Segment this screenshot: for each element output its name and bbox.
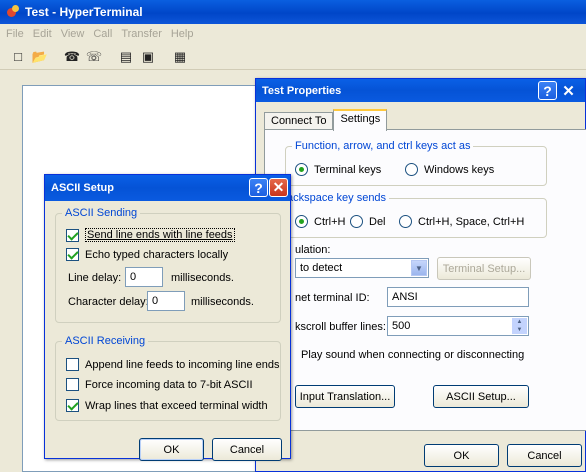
ascii-receiving-label: ASCII Receiving — [62, 335, 149, 347]
ok-button[interactable]: OK — [424, 444, 499, 467]
backscroll-value: 500 — [392, 320, 411, 332]
ctrl-h-radio[interactable]: Ctrl+H — [295, 215, 345, 228]
help-icon[interactable]: ? — [249, 178, 268, 197]
force-7bit-checkbox[interactable]: Force incoming data to 7-bit ASCII — [66, 378, 253, 391]
properties-titlebar: Test Properties ? ✕ — [256, 79, 585, 102]
windows-keys-label: Windows keys — [424, 163, 495, 176]
echo-typed-label: Echo typed characters locally — [85, 248, 229, 261]
properties-title: Test Properties — [262, 84, 342, 97]
backspace-label: ackspace key sends — [284, 192, 390, 204]
radio-selected-icon — [295, 163, 308, 176]
char-delay-unit: milliseconds. — [191, 296, 254, 308]
checkbox-icon — [66, 358, 79, 371]
line-delay-input[interactable]: 0 — [125, 267, 163, 287]
send-icon[interactable]: ▤ — [116, 47, 136, 67]
send-line-ends-label: Send line ends with line feeds — [85, 228, 235, 242]
wrap-lines-label: Wrap lines that exceed terminal width — [85, 399, 268, 412]
tab-connect-to[interactable]: Connect To — [264, 112, 334, 130]
emulation-select[interactable]: to detect ▼ — [295, 258, 429, 278]
checkbox-icon — [66, 399, 79, 412]
terminal-setup-button[interactable]: Terminal Setup... — [437, 257, 531, 280]
ctrl-h-label: Ctrl+H — [314, 215, 346, 228]
del-label: Del — [369, 215, 386, 228]
checkbox-icon — [66, 228, 79, 242]
telnet-id-label: net terminal ID: — [295, 292, 370, 304]
send-line-ends-checkbox[interactable]: Send line ends with line feeds — [66, 228, 235, 242]
tab-settings[interactable]: Settings — [333, 109, 388, 131]
connect-icon[interactable]: ☎ — [62, 47, 82, 67]
echo-typed-checkbox[interactable]: Echo typed characters locally — [66, 248, 228, 261]
settings-panel: Function, arrow, and ctrl keys act as Te… — [264, 129, 586, 431]
radio-empty-icon — [399, 215, 412, 228]
wrap-lines-checkbox[interactable]: Wrap lines that exceed terminal width — [66, 399, 268, 412]
properties-icon[interactable]: ▦ — [170, 47, 190, 67]
radio-empty-icon — [405, 163, 418, 176]
terminal-keys-label: Terminal keys — [314, 163, 382, 176]
ascii-setup-dialog: ASCII Setup ? ✕ ASCII Sending Send line … — [44, 174, 291, 461]
open-icon[interactable]: 📂 — [30, 47, 50, 67]
backscroll-input[interactable]: 500 ▲ ▼ — [387, 316, 529, 336]
line-delay-unit: milliseconds. — [171, 272, 234, 284]
hyperterminal-icon — [6, 5, 20, 19]
menu-view[interactable]: View — [61, 28, 85, 40]
menu-bar: File Edit View Call Transfer Help — [0, 24, 586, 44]
ascii-sending-label: ASCII Sending — [62, 207, 141, 219]
receive-icon[interactable]: ▣ — [138, 47, 158, 67]
close-icon[interactable]: ✕ — [559, 81, 578, 100]
del-radio[interactable]: Del — [350, 215, 386, 228]
terminal-keys-radio[interactable]: Terminal keys — [295, 163, 381, 176]
input-translation-button[interactable]: Input Translation... — [295, 385, 395, 408]
window-title: Test - HyperTerminal — [25, 5, 143, 19]
disconnect-icon[interactable]: ☏ — [84, 47, 104, 67]
close-icon[interactable]: ✕ — [269, 178, 288, 197]
force-7bit-label: Force incoming data to 7-bit ASCII — [85, 378, 253, 391]
char-delay-input[interactable]: 0 — [147, 291, 185, 311]
append-lf-checkbox[interactable]: Append line feeds to incoming line ends — [66, 358, 279, 371]
ascii-setup-button[interactable]: ASCII Setup... — [433, 385, 529, 408]
ctrl-h-space-label: Ctrl+H, Space, Ctrl+H — [418, 215, 525, 228]
ascii-titlebar: ASCII Setup ? ✕ — [45, 175, 290, 201]
menu-call[interactable]: Call — [93, 28, 112, 40]
menu-transfer[interactable]: Transfer — [121, 28, 162, 40]
chevron-down-icon[interactable]: ▼ — [411, 260, 427, 276]
line-delay-label: Line delay: — [68, 272, 122, 284]
append-lf-label: Append line feeds to incoming line ends — [85, 358, 280, 371]
telnet-id-input[interactable]: ANSI — [387, 287, 529, 307]
new-icon[interactable]: □ — [8, 47, 28, 67]
toolbar: □ 📂 ☎ ☏ ▤ ▣ ▦ — [0, 44, 586, 70]
play-sound-label[interactable]: Play sound when connecting or disconnect… — [301, 349, 524, 361]
ascii-cancel-button[interactable]: Cancel — [212, 438, 282, 461]
radio-selected-icon — [295, 215, 308, 228]
window-titlebar: Test - HyperTerminal — [0, 0, 586, 24]
emulation-value: to detect — [300, 262, 343, 274]
backscroll-label: kscroll buffer lines: — [295, 321, 386, 333]
spinner-icon[interactable]: ▲ ▼ — [512, 318, 527, 334]
checkbox-icon — [66, 378, 79, 391]
menu-file[interactable]: File — [6, 28, 24, 40]
windows-keys-radio[interactable]: Windows keys — [405, 163, 494, 176]
cancel-button[interactable]: Cancel — [507, 444, 582, 467]
emulation-label: ulation: — [295, 244, 331, 256]
help-icon[interactable]: ? — [538, 81, 557, 100]
tab-strip: Connect To Settings — [264, 109, 388, 131]
menu-help[interactable]: Help — [171, 28, 194, 40]
radio-empty-icon — [350, 215, 363, 228]
ascii-ok-button[interactable]: OK — [139, 438, 204, 461]
menu-edit[interactable]: Edit — [33, 28, 52, 40]
checkbox-icon — [66, 248, 79, 261]
ascii-title: ASCII Setup — [51, 182, 114, 194]
char-delay-label: Character delay: — [68, 296, 149, 308]
ctrl-h-space-radio[interactable]: Ctrl+H, Space, Ctrl+H — [399, 215, 524, 228]
properties-dialog: Test Properties ? ✕ Connect To Settings … — [255, 78, 586, 472]
function-keys-label: Function, arrow, and ctrl keys act as — [292, 140, 474, 152]
